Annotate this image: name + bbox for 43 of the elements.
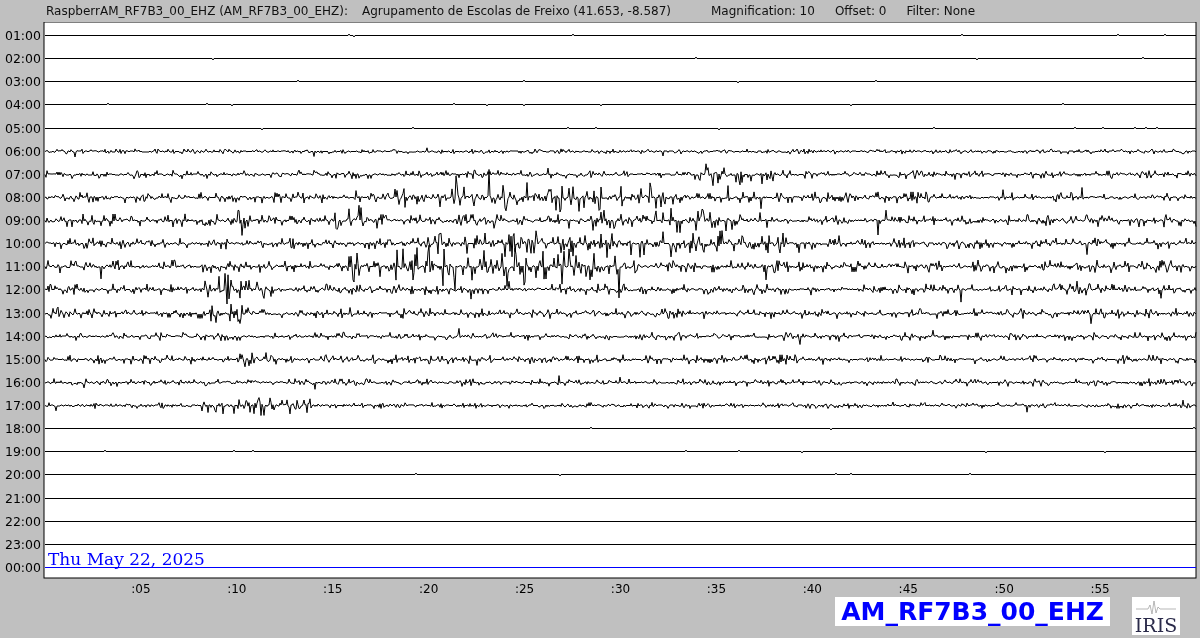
- hour-label: 23:00: [4, 537, 41, 552]
- hour-label: 05:00: [4, 121, 41, 136]
- time-tick-label: :15: [323, 582, 343, 596]
- hour-label: 22:00: [4, 514, 41, 529]
- station-location: Agrupamento de Escolas de Freixo (41.653, -8.587): [362, 3, 671, 20]
- time-tick-label: :25: [514, 582, 535, 596]
- hour-label: 20:00: [4, 467, 41, 482]
- hour-label: 13:00: [4, 306, 41, 321]
- hour-label: 06:00: [4, 144, 41, 159]
- hour-label: 14:00: [4, 329, 41, 344]
- magnification-label: Magnification: 10: [711, 3, 815, 20]
- time-tick-label: :45: [898, 582, 918, 596]
- hour-label: 11:00: [4, 259, 41, 274]
- time-tick-label: :20: [419, 582, 439, 596]
- time-tick-label: :05: [131, 582, 151, 596]
- hour-label: 00:00: [4, 560, 41, 575]
- hour-label: 15:00: [4, 352, 41, 367]
- time-tick-label: :30: [610, 582, 631, 596]
- logo: IRIS: [1132, 597, 1180, 635]
- hour-label: 07:00: [4, 167, 41, 182]
- filter-label: Filter: None: [906, 3, 976, 20]
- hour-label: 21:00: [4, 491, 41, 506]
- time-tick-label: :35: [706, 582, 727, 596]
- station-name: RaspberrAM_RF7B3_00_EHZ (AM_RF7B3_00_EHZ):: [46, 3, 348, 20]
- hour-label: 18:00: [4, 421, 41, 436]
- time-tick-label: :40: [802, 582, 822, 596]
- hour-label: 08:00: [4, 190, 41, 205]
- offset-label: Offset: 0: [834, 3, 887, 20]
- time-tick-label: :50: [994, 582, 1014, 596]
- hour-label: 12:00: [4, 282, 41, 297]
- date-label: Thu May 22, 2025: [48, 549, 205, 569]
- station-label: AM_RF7B3_00_EHZ: [835, 597, 1110, 626]
- hour-label: 10:00: [4, 236, 41, 251]
- time-tick-label: :10: [227, 582, 247, 596]
- hour-label: 19:00: [4, 444, 41, 459]
- hour-label: 04:00: [4, 97, 41, 112]
- hour-label: 03:00: [4, 74, 41, 89]
- hour-label: 17:00: [4, 398, 41, 413]
- hour-label: 16:00: [4, 375, 41, 390]
- hour-label: 01:00: [4, 28, 41, 43]
- hour-label: 09:00: [4, 213, 41, 228]
- time-tick-label: :55: [1090, 582, 1110, 596]
- hour-label: 02:00: [4, 51, 41, 66]
